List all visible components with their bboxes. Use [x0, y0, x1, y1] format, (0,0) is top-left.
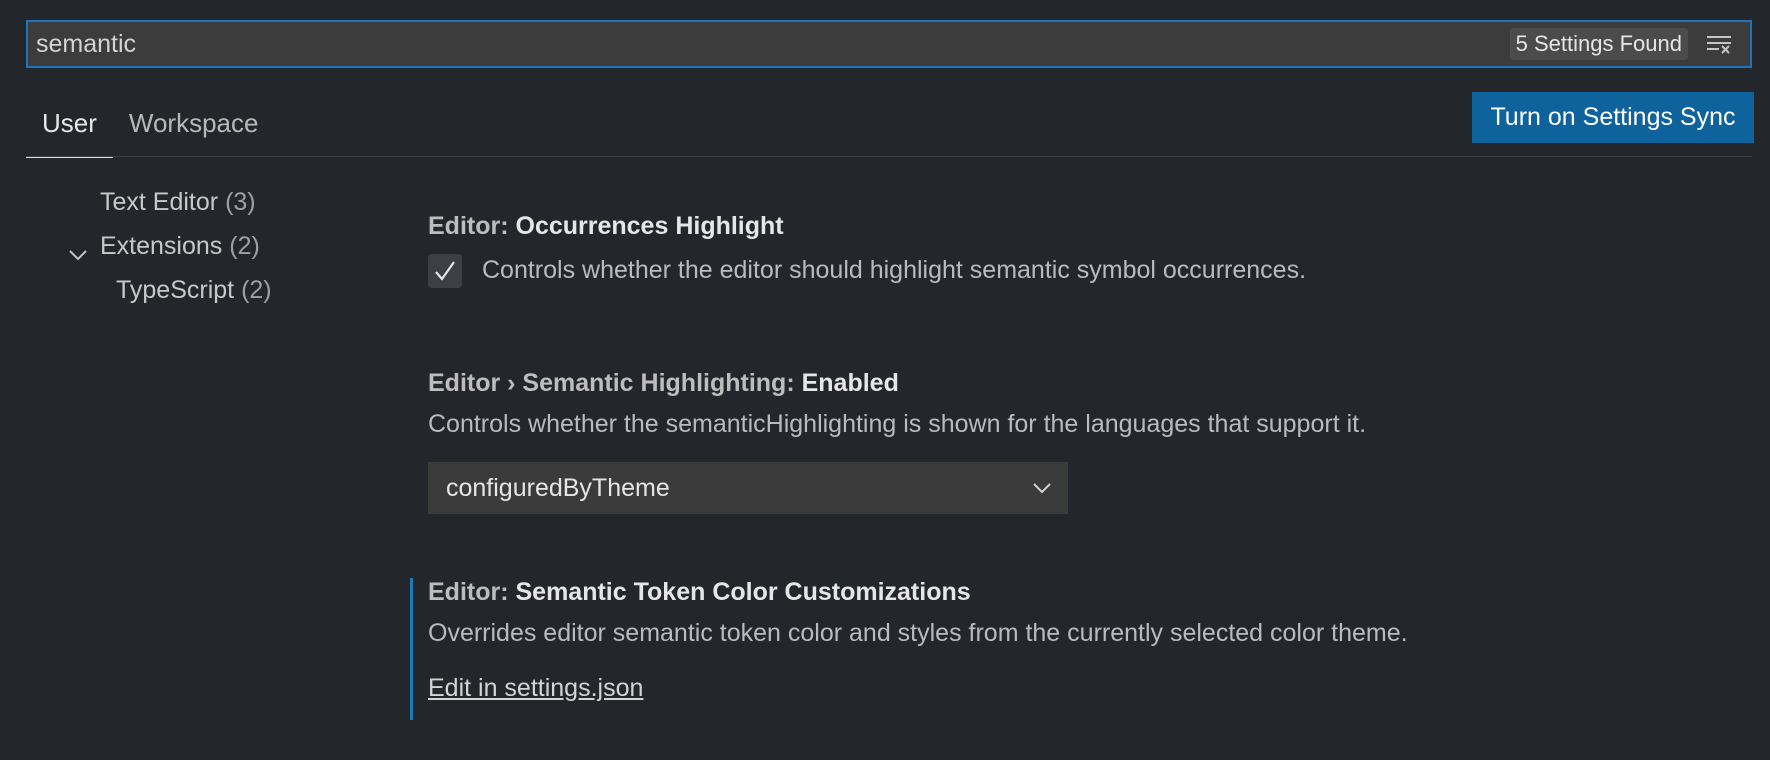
setting-name: Occurrences Highlight: [515, 212, 784, 240]
chevron-down-icon[interactable]: [67, 244, 89, 266]
semantic-highlighting-select[interactable]: configuredByTheme: [428, 462, 1068, 514]
toc-item-text-editor[interactable]: Text Editor (3): [100, 188, 256, 217]
edit-link-wrapper: Edit in settings.json: [428, 674, 1408, 703]
setting-description: Controls whether the editor should highl…: [482, 256, 1307, 284]
setting-semantic-token-color-customizations: Editor: Semantic Token Color Customizati…: [428, 578, 1408, 703]
setting-semantic-highlighting-enabled: Editor › Semantic Highlighting: Enabled …: [428, 369, 1366, 439]
toc-item-count: (2): [241, 276, 272, 304]
setting-title: Editor › Semantic Highlighting: Enabled: [428, 369, 1366, 398]
tabs-divider: [26, 156, 1752, 157]
setting-occurrences-highlight: Editor: Occurrences Highlight: [428, 212, 784, 241]
toc-item-label: TypeScript: [116, 276, 235, 304]
toc-item-label: Extensions: [100, 232, 223, 260]
edit-in-settings-json-link[interactable]: Edit in settings.json: [428, 674, 643, 702]
toc-item-count: (3): [225, 188, 256, 216]
setting-name: Enabled: [801, 369, 899, 397]
result-count-badge: 5 Settings Found: [1509, 28, 1688, 60]
setting-category: Editor:: [428, 212, 516, 240]
search-input[interactable]: [28, 21, 1510, 67]
toc-item-typescript[interactable]: TypeScript (2): [116, 276, 272, 305]
setting-description: Overrides editor semantic token color an…: [428, 619, 1408, 647]
toc-item-count: (2): [229, 232, 260, 260]
setting-description: Controls whether the semanticHighlightin…: [428, 410, 1367, 438]
settings-search-bar: 5 Settings Found: [26, 20, 1752, 68]
setting-title: Editor: Occurrences Highlight: [428, 212, 784, 241]
tab-workspace[interactable]: Workspace: [113, 92, 275, 158]
chevron-down-icon: [1030, 476, 1054, 500]
setting-name: Semantic Token Color Customizations: [515, 578, 971, 606]
setting-category: Editor › Semantic Highlighting:: [428, 369, 802, 397]
setting-focus-indicator: [410, 578, 413, 720]
occurrences-highlight-checkbox[interactable]: [428, 254, 462, 288]
turn-on-settings-sync-button[interactable]: Turn on Settings Sync: [1472, 92, 1754, 143]
select-value: configuredByTheme: [446, 473, 670, 502]
tab-user[interactable]: User: [26, 92, 113, 158]
setting-category: Editor:: [428, 578, 516, 606]
clear-filter-icon[interactable]: [1702, 29, 1736, 59]
toc-item-extensions[interactable]: Extensions (2): [100, 232, 260, 261]
setting-title: Editor: Semantic Token Color Customizati…: [428, 578, 1408, 607]
settings-editor: 5 Settings Found User Workspace Turn on …: [0, 0, 1770, 760]
checkmark-icon: [435, 261, 455, 281]
settings-scope-tabs: User Workspace: [26, 92, 274, 158]
toc-item-label: Text Editor: [100, 188, 219, 216]
